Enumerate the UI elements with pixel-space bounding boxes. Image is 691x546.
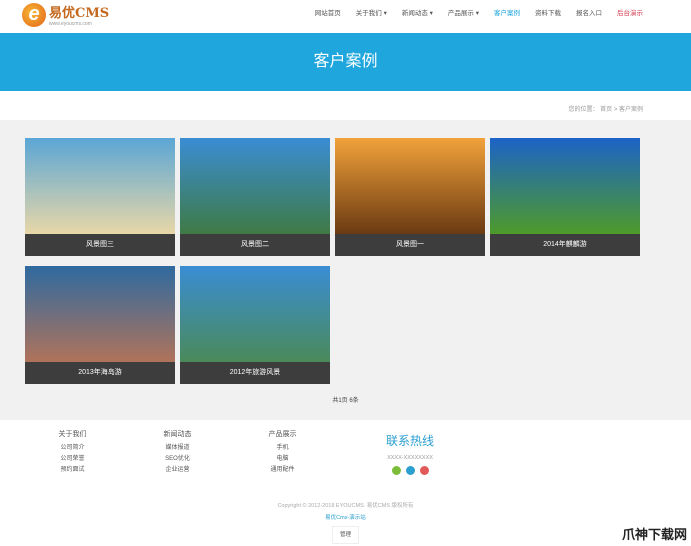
- site-link[interactable]: 易优Cms-演示站: [325, 515, 366, 521]
- case-grid: 共1页 6条 风景图三 风景图二 风景图一 2014年麒麟游 2013年海岛游 2012年…: [0, 120, 691, 420]
- footer-column-title: 关于我们: [58, 431, 87, 438]
- footer-link[interactable]: 企业运营: [140, 465, 215, 476]
- pagination-info: 共1页 6条: [332, 398, 359, 404]
- case-image[interactable]: [490, 138, 640, 234]
- hotline-number: XXXX-XXXXXXXX: [387, 455, 433, 461]
- nav-cases[interactable]: 客户案例: [494, 7, 520, 17]
- hotline: 联系热线 XXXX-XXXXXXXX: [375, 432, 445, 475]
- footer-column: 关于我们公司简介 公司荣誉 预约面试: [35, 429, 110, 476]
- wechat-icon[interactable]: [391, 466, 401, 475]
- nav-signup[interactable]: 报名入口: [576, 7, 602, 17]
- case-caption[interactable]: 2014年麒麟游: [490, 234, 640, 256]
- logo-icon: e: [22, 2, 46, 27]
- case-image[interactable]: [335, 138, 485, 234]
- case-card[interactable]: 2012年旅游风景: [180, 266, 330, 384]
- case-card[interactable]: 2013年海岛游: [25, 266, 175, 384]
- nav-admin-demo[interactable]: 后台演示: [617, 7, 643, 17]
- watermark: 爪神下载网: [621, 527, 687, 542]
- case-card[interactable]: 风景图一: [335, 138, 485, 256]
- weibo-icon[interactable]: [419, 466, 429, 475]
- header: e 易优CMS www.eyoucms.com 网站首页 关于我们 ▾ 新闻动态 …: [0, 0, 691, 33]
- case-image[interactable]: [180, 138, 330, 234]
- footer-link[interactable]: 预约面试: [35, 465, 110, 476]
- page-title: 客户案例: [0, 33, 691, 91]
- nav-home[interactable]: 网站首页: [315, 7, 341, 17]
- case-image[interactable]: [180, 266, 330, 362]
- case-caption[interactable]: 风景图二: [180, 234, 330, 256]
- case-caption[interactable]: 风景图三: [25, 234, 175, 256]
- case-caption[interactable]: 风景图一: [335, 234, 485, 256]
- breadcrumb: 您的位置： 首页 > 客户案例: [568, 107, 643, 113]
- footer-link[interactable]: 手机: [245, 443, 320, 454]
- case-caption[interactable]: 2012年旅游风景: [180, 362, 330, 384]
- main-nav: 网站首页 关于我们 ▾ 新闻动态 ▾ 产品展示 ▾ 客户案例 资料下载 报名入口…: [315, 7, 643, 17]
- footer-link[interactable]: SEO优化: [140, 454, 215, 465]
- logo-url: www.eyoucms.com: [49, 21, 92, 27]
- footer: 联系热线 XXXX-XXXXXXXX 关于我们 公司简介 公司荣誉 预约面试 新闻动态媒…: [0, 420, 691, 492]
- case-image[interactable]: [25, 266, 175, 362]
- logo[interactable]: e 易优CMS www.eyoucms.com: [22, 2, 109, 27]
- case-card[interactable]: 风景图二: [180, 138, 330, 256]
- nav-news[interactable]: 新闻动态 ▾: [402, 7, 433, 17]
- footer-column-title: 新闻动态: [163, 431, 192, 438]
- footer-link[interactable]: 公司简介: [35, 443, 110, 454]
- copyright-area: Copyright © 2012-2018 EYOUCMS. 易优CMS 版权所…: [0, 500, 691, 544]
- logo-name: 易优CMS: [49, 6, 110, 21]
- manage-button[interactable]: 管理: [331, 526, 359, 544]
- nav-downloads[interactable]: 资料下载: [535, 7, 561, 17]
- nav-products[interactable]: 产品展示 ▾: [448, 7, 479, 17]
- qq-icon[interactable]: [405, 466, 415, 475]
- footer-link[interactable]: 公司荣誉: [35, 454, 110, 465]
- case-image[interactable]: [25, 138, 175, 234]
- footer-column: 产品展示手机 电脑 通用配件: [245, 429, 320, 476]
- hotline-title: 联系热线: [385, 434, 434, 448]
- footer-column: 新闻动态媒体报道 SEO优化 企业运营: [140, 429, 215, 476]
- footer-link[interactable]: 电脑: [245, 454, 320, 465]
- footer-column-title: 产品展示: [268, 431, 297, 438]
- nav-about[interactable]: 关于我们 ▾: [356, 7, 387, 17]
- copyright: Copyright © 2012-2018 EYOUCMS. 易优CMS 版权所…: [277, 503, 414, 509]
- footer-link[interactable]: 媒体报道: [140, 443, 215, 454]
- case-card[interactable]: 2014年麒麟游: [490, 138, 640, 256]
- case-card[interactable]: 风景图三: [25, 138, 175, 256]
- footer-link[interactable]: 通用配件: [245, 465, 320, 476]
- case-caption[interactable]: 2013年海岛游: [25, 362, 175, 384]
